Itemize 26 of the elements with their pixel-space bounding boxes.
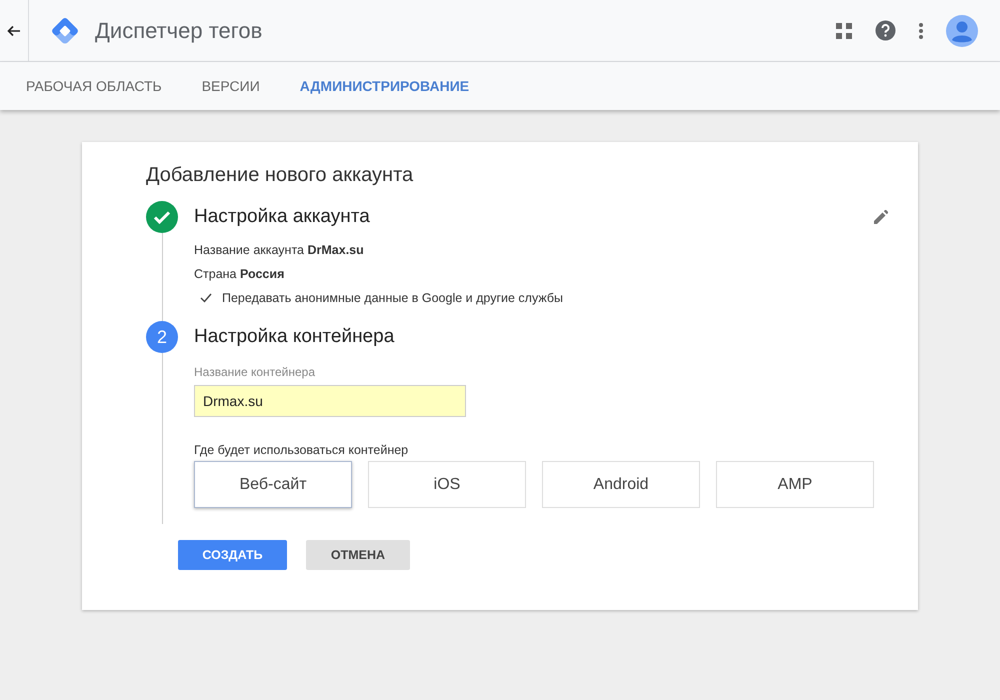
container-name-field[interactable]: Drmax.su xyxy=(194,385,466,417)
option-label: Передавать анонимные данные в Google и другие службы xyxy=(222,291,564,305)
card-title: Добавление нового аккаунта xyxy=(146,164,414,187)
nav-tab[interactable]: ВЕРСИИ xyxy=(186,62,276,110)
step-number: 2 xyxy=(146,321,178,353)
edit-pencil-icon[interactable] xyxy=(874,210,888,224)
account-detail: Название аккаунта DrMax.su xyxy=(194,243,365,257)
nav-tab[interactable]: АДМИНИСТРИРОВАНИЕ xyxy=(284,62,486,110)
avatar-icon[interactable] xyxy=(946,14,978,46)
back-arrow-icon[interactable] xyxy=(7,24,21,38)
help-icon[interactable] xyxy=(875,20,896,41)
apps-grid-icon[interactable] xyxy=(835,22,853,40)
step-title: Настройка контейнера xyxy=(194,326,394,348)
platform-label: Где будет использоваться контейнер xyxy=(194,443,410,457)
more-menu-icon[interactable] xyxy=(918,22,924,40)
cancel-button[interactable]: ОТМЕНА xyxy=(306,540,410,570)
step-title: Настройка аккаунта xyxy=(194,206,370,228)
platform-option[interactable]: AMP xyxy=(716,461,874,508)
app-title: Диспетчер тегов xyxy=(95,18,262,44)
platform-option[interactable]: Android xyxy=(542,461,700,508)
platform-option[interactable]: iOS xyxy=(368,461,526,508)
nav-tab[interactable]: РАБОЧАЯ ОБЛАСТЬ xyxy=(10,62,178,110)
platform-option[interactable]: Веб-сайт xyxy=(194,461,352,508)
account-detail: Страна Россия xyxy=(194,267,286,281)
create-button[interactable]: СОЗДАТЬ xyxy=(178,540,287,570)
field-label: Название контейнера xyxy=(194,365,316,379)
